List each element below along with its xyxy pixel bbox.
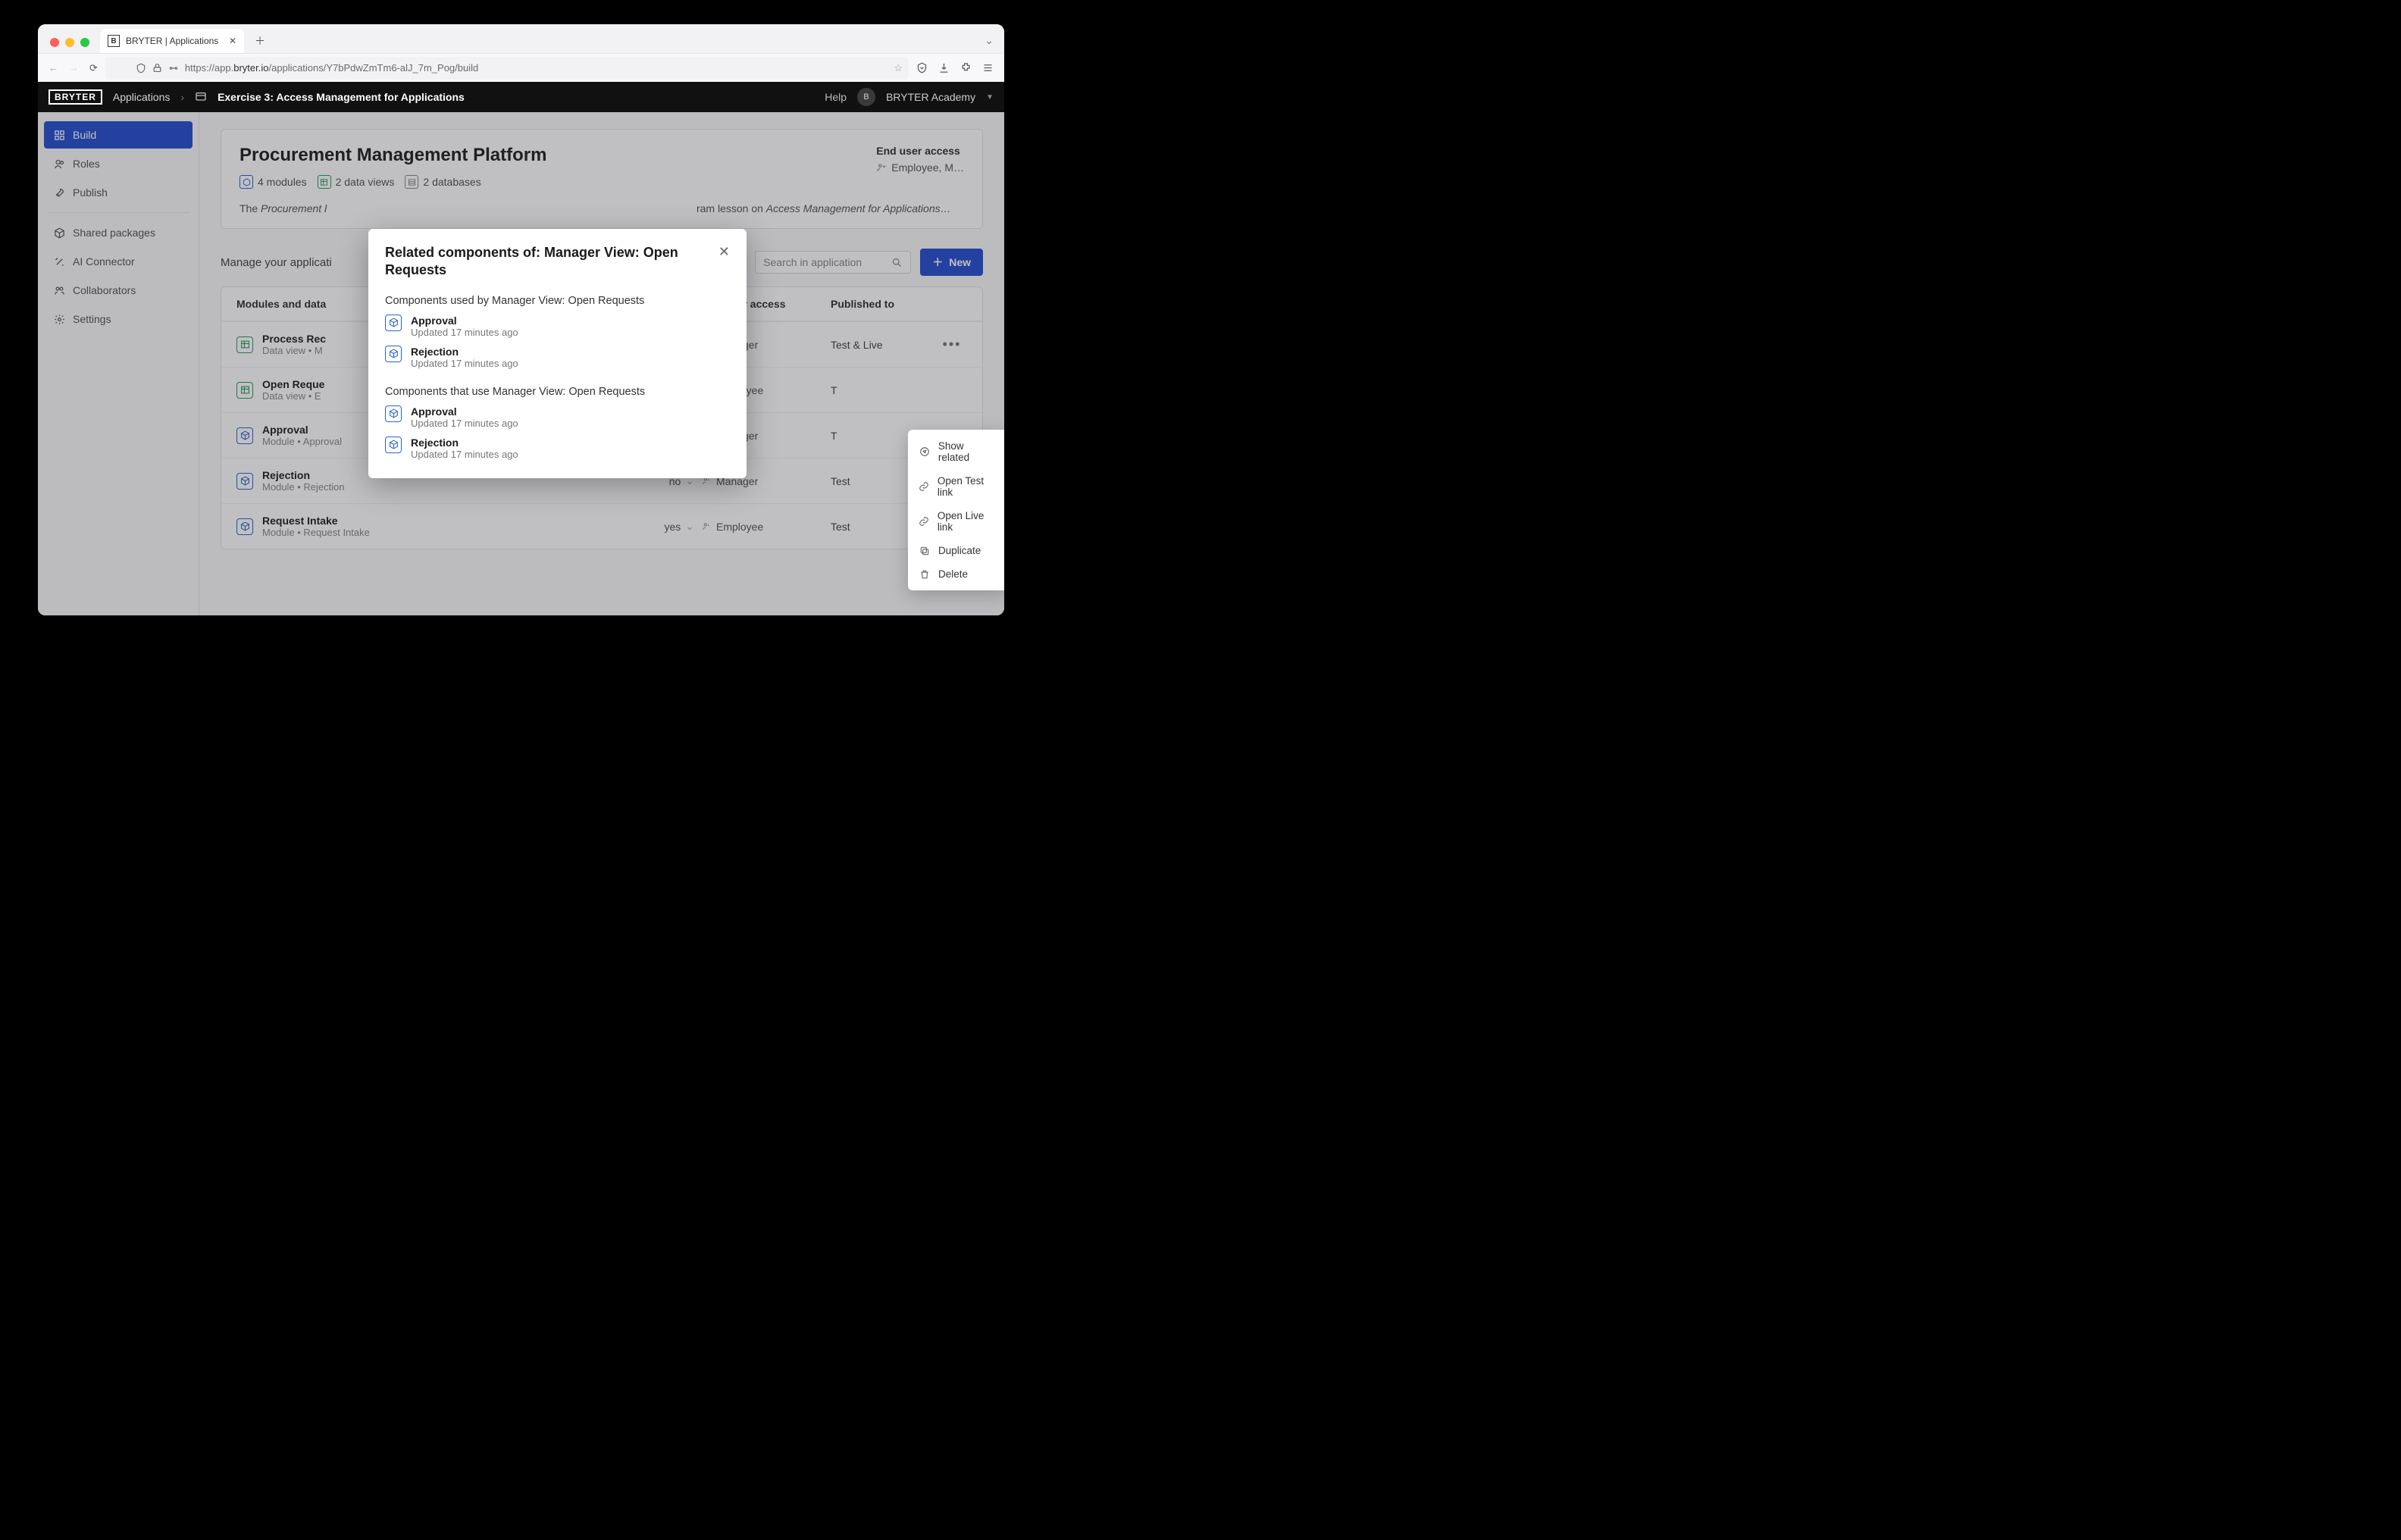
module-icon xyxy=(385,405,402,422)
component-updated: Updated 17 minutes ago xyxy=(411,449,518,460)
window-close-button[interactable] xyxy=(50,38,59,47)
shield-icon xyxy=(136,63,146,74)
browser-tab-strip: B BRYTER | Applications ✕ ＋ ⌄ xyxy=(38,24,1004,53)
component-name: Rejection xyxy=(411,346,518,358)
breadcrumb-current[interactable]: Exercise 3: Access Management for Applic… xyxy=(218,91,465,103)
browser-tab[interactable]: B BRYTER | Applications ✕ xyxy=(100,29,244,53)
related-components-modal: Related components of: Manager View: Ope… xyxy=(368,229,747,478)
component-item[interactable]: ApprovalUpdated 17 minutes ago xyxy=(385,405,730,429)
org-name[interactable]: BRYTER Academy xyxy=(886,91,975,103)
url-field[interactable]: https://app.bryter.io/applications/Y7bPd… xyxy=(105,57,909,80)
brand-logo[interactable]: BRYTER xyxy=(49,89,102,105)
compass-icon xyxy=(919,446,931,457)
row-context-menu: Show related Open Test link Open Live li… xyxy=(908,430,1004,590)
component-name: Rejection xyxy=(411,437,518,449)
link-icon xyxy=(919,516,930,527)
trash-icon xyxy=(919,569,931,580)
tab-close-button[interactable]: ✕ xyxy=(229,36,236,46)
component-updated: Updated 17 minutes ago xyxy=(411,418,518,429)
ctx-open-live-link[interactable]: Open Live link xyxy=(908,504,1004,539)
copy-icon xyxy=(919,546,931,556)
component-item[interactable]: RejectionUpdated 17 minutes ago xyxy=(385,346,730,369)
lock-icon xyxy=(152,63,162,73)
window-zoom-button[interactable] xyxy=(80,38,89,47)
browser-address-bar: ← → ⟳ https://app.bryter.io/applications… xyxy=(38,53,1004,82)
bookmark-icon[interactable]: ☆ xyxy=(894,62,903,74)
ctx-duplicate[interactable]: Duplicate xyxy=(908,539,1004,562)
modal-section-used-by: Components used by Manager View: Open Re… xyxy=(385,295,730,307)
ctx-delete[interactable]: Delete xyxy=(908,562,1004,586)
breadcrumb-applications[interactable]: Applications xyxy=(113,91,171,103)
new-tab-button[interactable]: ＋ xyxy=(250,31,270,51)
chevron-right-icon: › xyxy=(180,91,184,103)
tab-title: BRYTER | Applications xyxy=(126,36,218,46)
chevron-down-icon[interactable]: ▼ xyxy=(986,93,994,102)
app-icon xyxy=(195,91,207,103)
component-updated: Updated 17 minutes ago xyxy=(411,327,518,338)
nav-reload-button[interactable]: ⟳ xyxy=(89,62,98,74)
url-text: https://app.bryter.io/applications/Y7bPd… xyxy=(185,62,887,74)
window-controls xyxy=(49,38,94,53)
ctx-open-test-link[interactable]: Open Test link xyxy=(908,469,1004,504)
module-icon xyxy=(385,437,402,453)
component-name: Approval xyxy=(411,315,518,327)
permissions-icon[interactable] xyxy=(168,63,179,74)
downloads-icon[interactable] xyxy=(938,62,950,74)
modal-section-uses: Components that use Manager View: Open R… xyxy=(385,386,730,398)
ctx-show-related[interactable]: Show related xyxy=(908,434,1004,469)
link-icon xyxy=(919,481,930,492)
pocket-icon[interactable] xyxy=(916,62,928,74)
help-link[interactable]: Help xyxy=(825,91,847,103)
extensions-icon[interactable] xyxy=(960,62,972,74)
nav-back-button[interactable]: ← xyxy=(49,62,58,74)
component-name: Approval xyxy=(411,405,518,418)
avatar[interactable]: B xyxy=(857,88,875,106)
window-minimize-button[interactable] xyxy=(65,38,74,47)
module-icon xyxy=(385,346,402,362)
component-item[interactable]: ApprovalUpdated 17 minutes ago xyxy=(385,315,730,338)
modal-close-button[interactable]: ✕ xyxy=(718,244,730,280)
nav-forward-button[interactable]: → xyxy=(69,62,79,74)
component-item[interactable]: RejectionUpdated 17 minutes ago xyxy=(385,437,730,460)
module-icon xyxy=(385,315,402,331)
app-header: BRYTER Applications › Exercise 3: Access… xyxy=(38,82,1004,112)
component-updated: Updated 17 minutes ago xyxy=(411,358,518,369)
menu-icon[interactable] xyxy=(982,62,994,74)
modal-title: Related components of: Manager View: Ope… xyxy=(385,244,703,280)
tabs-dropdown-button[interactable]: ⌄ xyxy=(974,34,1004,53)
browser-window: B BRYTER | Applications ✕ ＋ ⌄ ← → ⟳ http… xyxy=(38,24,1004,615)
favicon-icon: B xyxy=(108,35,120,47)
